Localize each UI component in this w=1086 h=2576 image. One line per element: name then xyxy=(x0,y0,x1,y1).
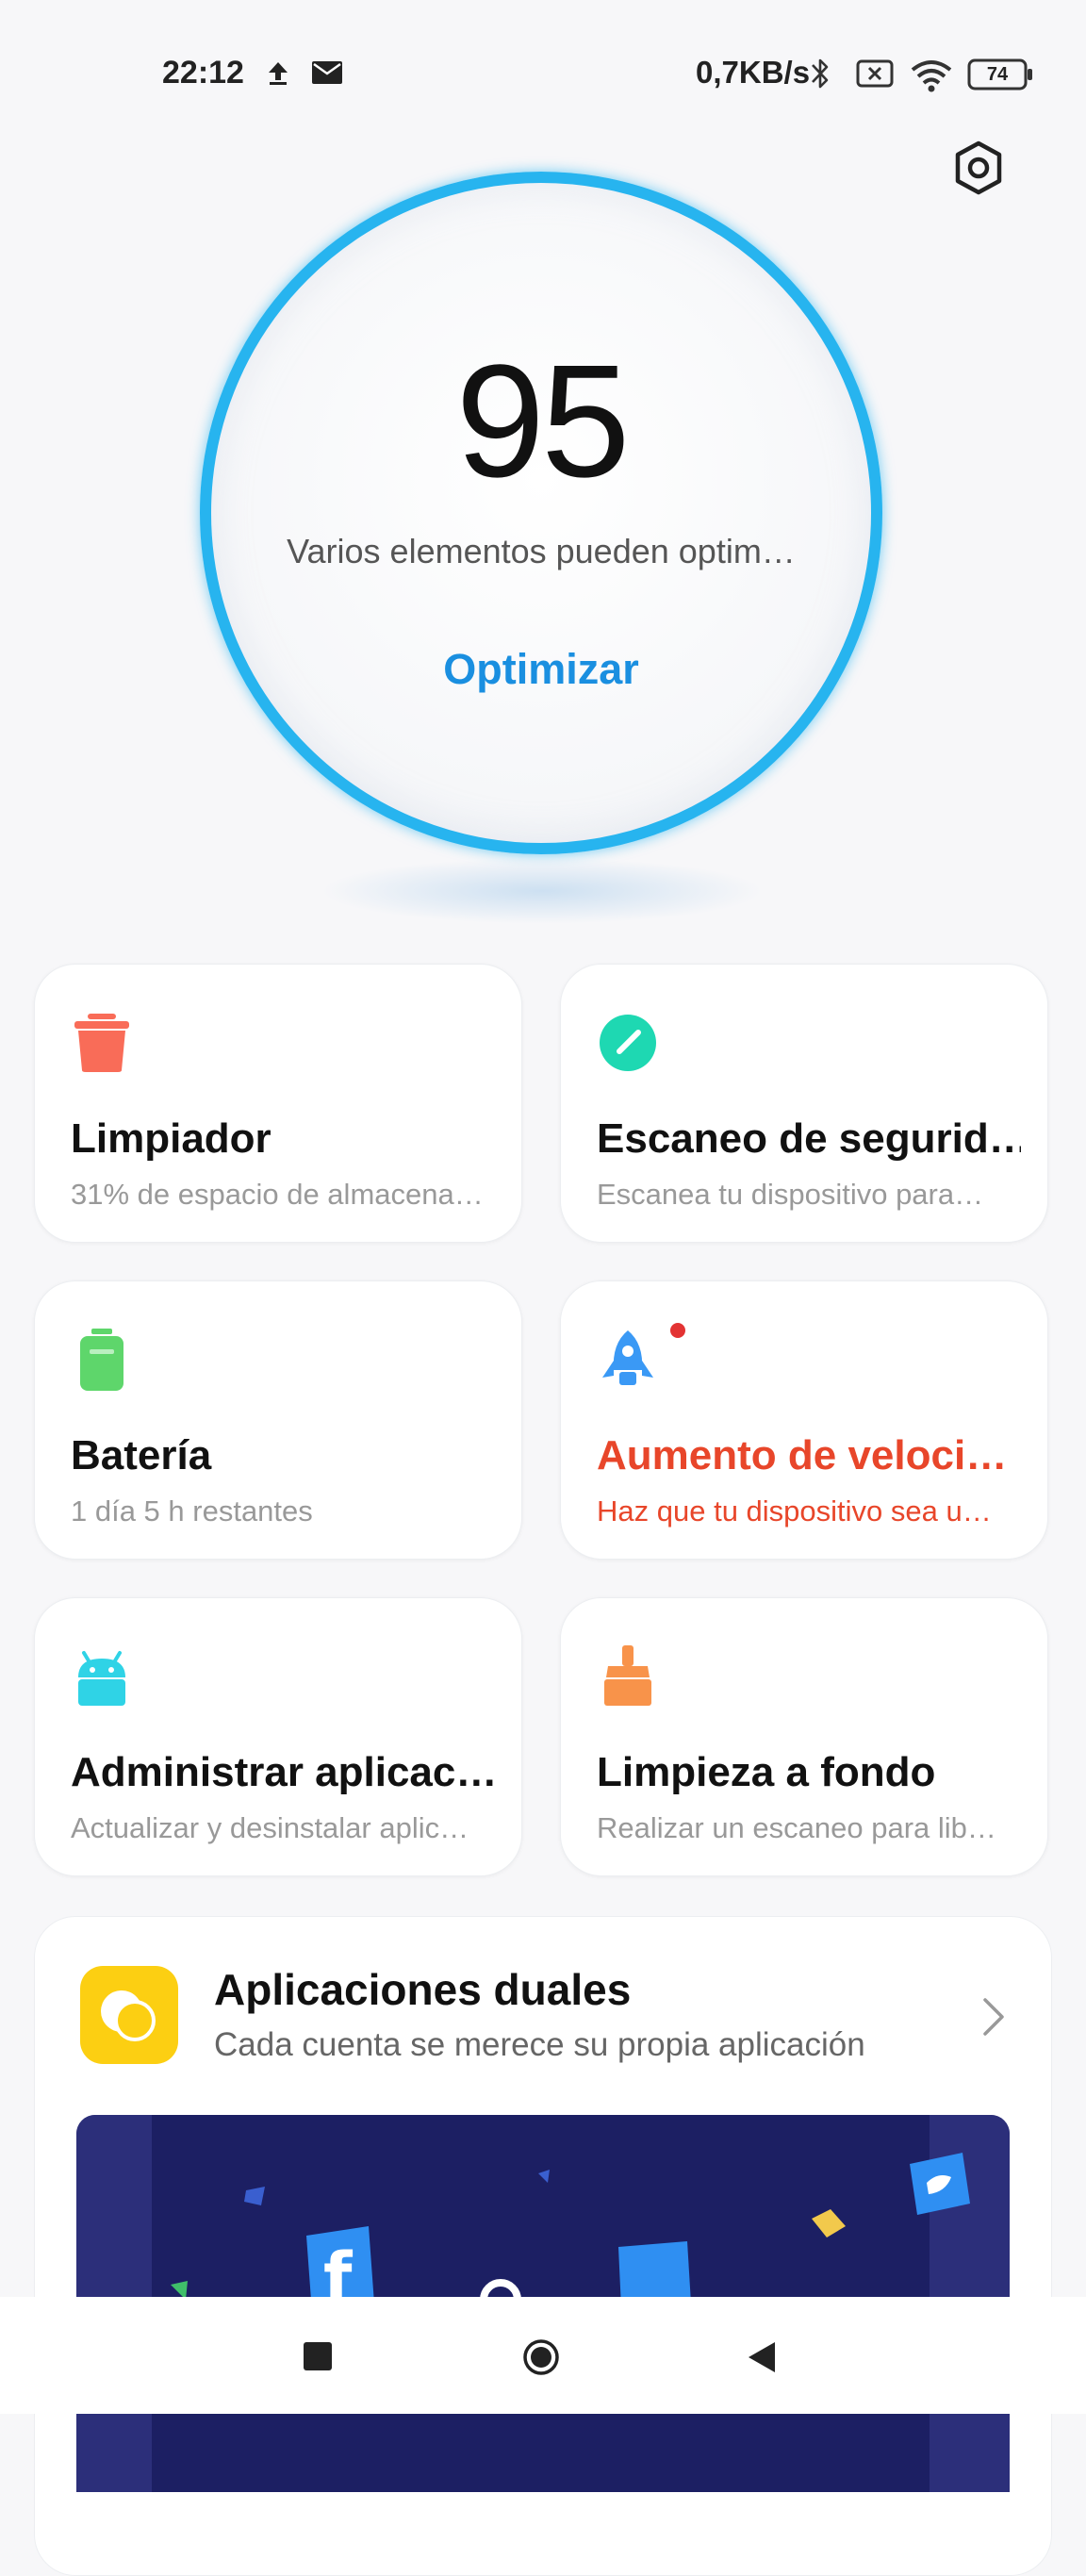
score-ring[interactable] xyxy=(200,172,882,854)
home-icon[interactable] xyxy=(522,2338,560,2376)
card-desc: Realizar un escaneo para lib… xyxy=(597,1811,996,1844)
dual-apps-card[interactable]: Aplicaciones duales Cada cuenta se merec… xyxy=(34,1916,1052,2576)
card-title: Administrar aplicac… xyxy=(71,1749,495,1795)
card-title: Escaneo de segurid… xyxy=(597,1115,1021,1162)
status-time: 22:12 xyxy=(162,55,244,91)
notification-dot xyxy=(670,1323,685,1338)
bluetooth-icon xyxy=(812,58,829,89)
shield-check-icon xyxy=(600,1015,656,1071)
android-icon xyxy=(78,1651,125,1706)
back-icon[interactable] xyxy=(745,2338,779,2376)
battery-icon xyxy=(80,1329,123,1391)
dual-circles-icon xyxy=(101,1990,156,2041)
chevron-right-icon[interactable] xyxy=(979,1996,1008,2038)
score-shadow xyxy=(321,858,764,924)
card-title: Limpiador xyxy=(71,1115,272,1162)
battery-level: 74 xyxy=(986,64,1009,85)
card-title: Limpieza a fondo xyxy=(597,1749,936,1795)
settings-icon[interactable] xyxy=(952,140,1005,196)
card-desc: Haz que tu dispositivo sea u… xyxy=(597,1494,992,1527)
status-bar: 22:12 0,7KB/s 74 xyxy=(0,0,1086,151)
dual-apps-desc: Cada cuenta se merece su propia aplicaci… xyxy=(214,2026,865,2063)
speed-boost-card[interactable]: Aumento de veloci… Haz que tu dispositiv… xyxy=(560,1280,1048,1560)
card-desc: 1 día 5 h restantes xyxy=(71,1494,313,1527)
trash-icon xyxy=(74,1014,129,1072)
score-value: 95 xyxy=(455,332,630,511)
card-title: Aumento de veloci… xyxy=(597,1432,1008,1478)
cleaner-card[interactable]: Limpiador 31% de espacio de almacena… xyxy=(34,964,522,1243)
battery-card[interactable]: Batería 1 día 5 h restantes xyxy=(34,1280,522,1560)
no-sim-icon xyxy=(856,59,894,88)
optimize-button[interactable]: Optimizar xyxy=(400,641,683,698)
mail-icon xyxy=(312,61,342,84)
network-speed: 0,7KB/s xyxy=(696,55,811,90)
battery-indicator: 74 xyxy=(967,58,1033,91)
rocket-icon xyxy=(602,1330,653,1385)
security-scan-card[interactable]: Escaneo de segurid… Escanea tu dispositi… xyxy=(560,964,1048,1243)
card-desc: Escanea tu dispositivo para… xyxy=(597,1178,984,1211)
score-subtitle: Varios elementos pueden optim… xyxy=(287,532,796,570)
deep-clean-card[interactable]: Limpieza a fondo Realizar un escaneo par… xyxy=(560,1597,1048,1876)
card-desc: 31% de espacio de almacena… xyxy=(71,1178,484,1211)
card-title: Batería xyxy=(71,1432,212,1478)
wifi-icon xyxy=(911,60,952,92)
dual-apps-icon xyxy=(80,1966,178,2064)
brush-icon xyxy=(604,1645,651,1706)
recent-apps-icon[interactable] xyxy=(304,2342,332,2370)
navigation-bar xyxy=(0,2297,1086,2414)
upload-icon xyxy=(269,62,288,85)
card-desc: Actualizar y desinstalar aplic… xyxy=(71,1811,469,1844)
manage-apps-card[interactable]: Administrar aplicac… Actualizar y desins… xyxy=(34,1597,522,1876)
dual-apps-title: Aplicaciones duales xyxy=(214,1965,632,2014)
